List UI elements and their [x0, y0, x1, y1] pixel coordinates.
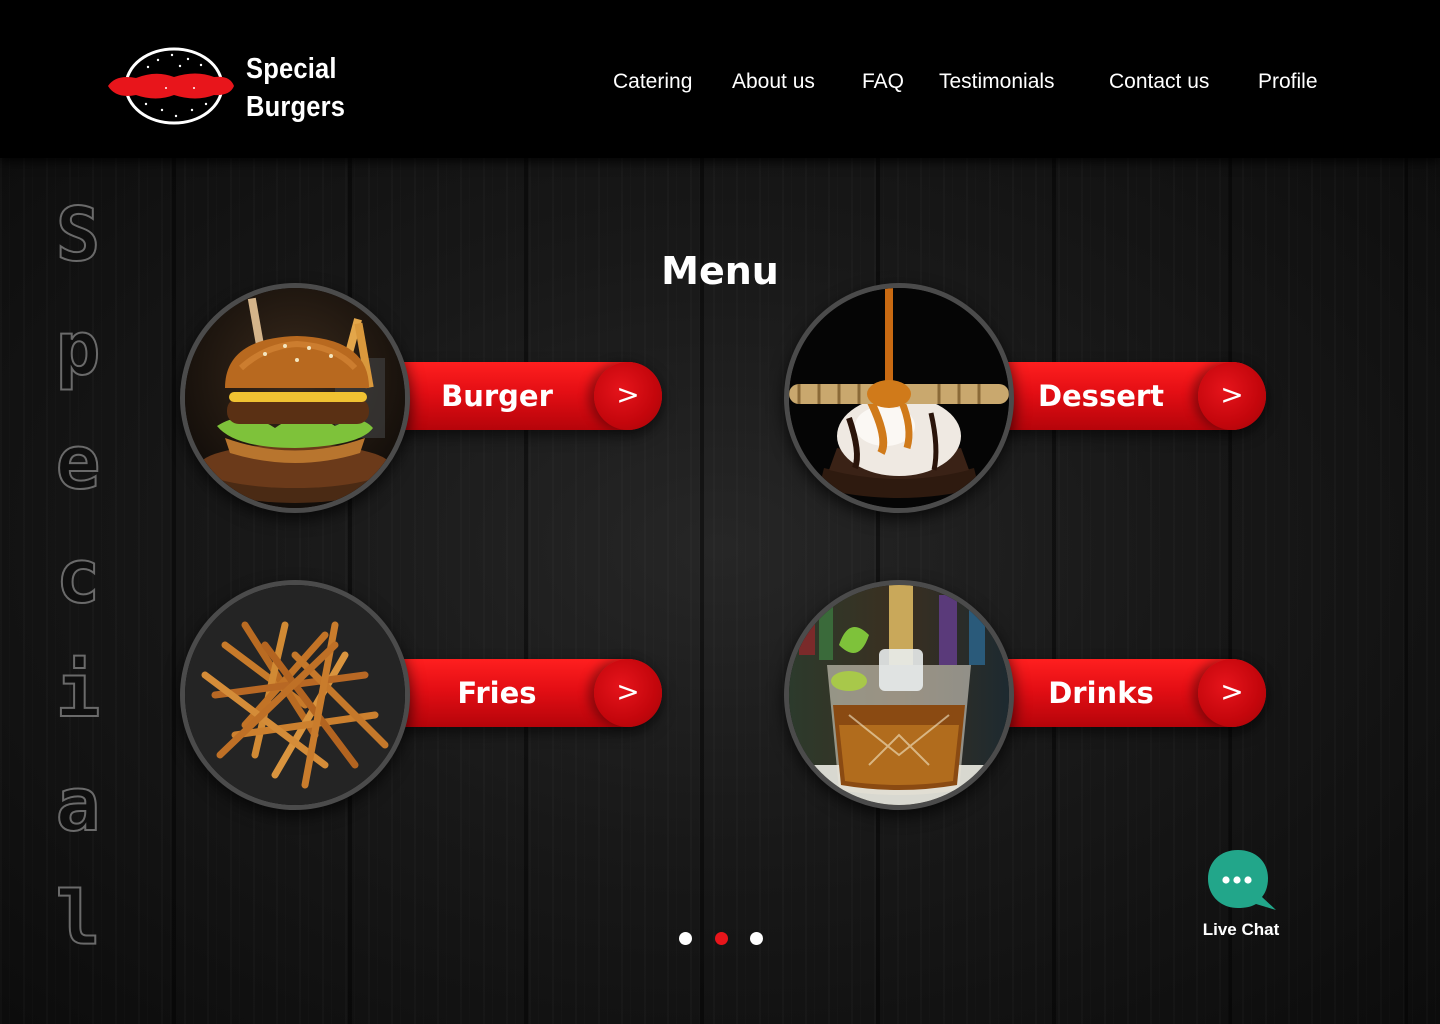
brand-name-line1: Special	[246, 53, 337, 85]
live-chat-button[interactable]: Live Chat	[1196, 848, 1286, 948]
chevron-right-icon[interactable]: >	[1198, 362, 1266, 430]
nav-item-faq[interactable]: FAQ	[862, 70, 904, 94]
burger-logo-icon	[108, 47, 234, 125]
menu-card-fries-button[interactable]: Fries >	[370, 659, 662, 727]
live-chat-label: Live Chat	[1202, 920, 1280, 939]
menu-card-label: Drinks	[1048, 676, 1154, 710]
menu-card-drinks[interactable]: Drinks >	[784, 580, 1274, 810]
chevron-right-icon[interactable]: >	[594, 362, 662, 430]
chevron-right-icon[interactable]: >	[594, 659, 662, 727]
fries-photo-icon	[185, 585, 405, 805]
menu-card-dessert[interactable]: Dessert >	[784, 283, 1274, 513]
fries-image[interactable]	[180, 580, 410, 810]
side-letter: e	[55, 419, 102, 507]
menu-card-burger[interactable]: Burger >	[180, 283, 670, 513]
side-letter: c	[55, 533, 102, 621]
brand-name: Special Burgers	[246, 50, 345, 126]
side-letter: i	[55, 647, 102, 735]
nav-item-contact-us[interactable]: Contact us	[1109, 70, 1209, 94]
side-letter: l	[55, 875, 102, 963]
burger-photo-icon	[185, 288, 405, 508]
chat-bubble-icon	[1208, 850, 1276, 910]
menu-card-label: Fries	[457, 676, 537, 710]
menu-card-dessert-button[interactable]: Dessert >	[974, 362, 1266, 430]
menu-card-drinks-button[interactable]: Drinks >	[974, 659, 1266, 727]
brand-name-line2: Burgers	[246, 91, 346, 123]
brand-logo[interactable]: Special Burgers	[106, 44, 356, 128]
site-header: Special Burgers Catering About us FAQ Te…	[0, 0, 1440, 158]
menu-card-label: Dessert	[1037, 379, 1165, 413]
drinks-photo-icon	[789, 585, 1009, 805]
drinks-image[interactable]	[784, 580, 1014, 810]
side-decorative-word: S p e c i a l	[48, 178, 108, 976]
dessert-image[interactable]	[784, 283, 1014, 513]
carousel-dot-3[interactable]	[750, 932, 763, 945]
nav-item-profile[interactable]: Profile	[1258, 70, 1318, 94]
side-letter: p	[55, 305, 102, 393]
nav-item-catering[interactable]: Catering	[613, 70, 692, 94]
menu-card-burger-button[interactable]: Burger >	[370, 362, 662, 430]
chevron-right-icon[interactable]: >	[1198, 659, 1266, 727]
nav-item-testimonials[interactable]: Testimonials	[939, 70, 1055, 94]
dessert-photo-icon	[789, 288, 1009, 508]
burger-image[interactable]	[180, 283, 410, 513]
carousel-dot-2[interactable]	[715, 932, 728, 945]
carousel-dot-1[interactable]	[679, 932, 692, 945]
side-letter: a	[55, 761, 102, 849]
menu-card-label: Burger	[441, 379, 553, 413]
menu-card-fries[interactable]: Fries >	[180, 580, 670, 810]
nav-item-about-us[interactable]: About us	[732, 70, 815, 94]
